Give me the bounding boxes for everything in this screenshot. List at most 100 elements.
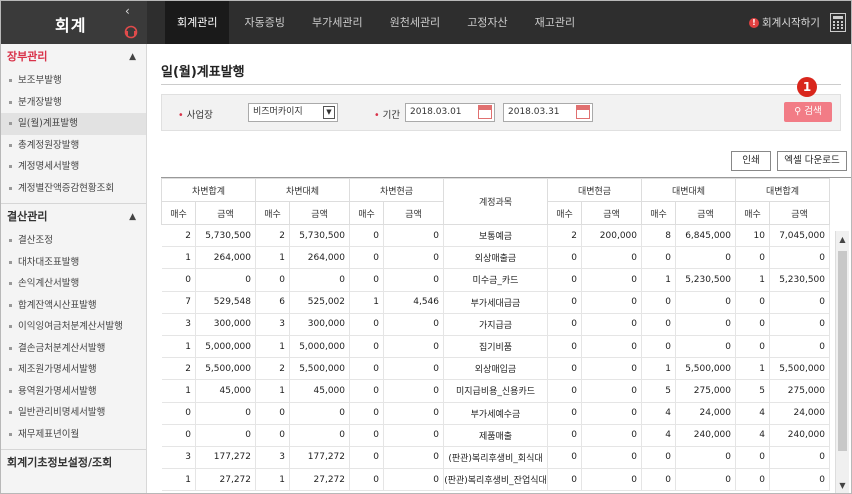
- scroll-thumb[interactable]: [838, 251, 847, 451]
- table-cell: 24,000: [769, 402, 830, 425]
- sidebar-item-label: 결손금처분계산서발행: [18, 342, 106, 354]
- sidebar-item-label: 분개장발행: [18, 96, 62, 108]
- calendar-icon[interactable]: [576, 105, 590, 119]
- sidebar-item-label: 결산조정: [18, 235, 53, 246]
- table-cell: 1: [735, 357, 770, 381]
- table-row[interactable]: 1 5,000,000 1 5,000,000 0 0 집기비품 0 0 0 0 0 0: [161, 335, 830, 359]
- sidebar-item[interactable]: 합계잔액시산표발행: [1, 295, 146, 317]
- sidebar-item[interactable]: 손익계산서발행: [1, 273, 146, 295]
- nav-tab[interactable]: 회계관리: [165, 1, 230, 44]
- table-cell: 0: [161, 402, 196, 425]
- sidebar-section-header[interactable]: 회계기초정보설정/조회: [1, 450, 146, 476]
- column-header: 매수: [735, 201, 770, 225]
- sidebar-item-label: 용역원가명세서발행: [18, 385, 97, 397]
- accounting-start-link[interactable]: ! 회계시작하기: [749, 15, 820, 30]
- table-cell: 0: [289, 402, 350, 425]
- table-row[interactable]: 0 0 0 0 0 0 제품매출 0 0 4 240,000 4 240,000: [161, 424, 830, 447]
- column-group-header: 차변대체: [255, 178, 350, 202]
- column-header: 금액: [289, 201, 350, 225]
- table-cell: 1: [641, 357, 676, 381]
- help-icon[interactable]: [124, 25, 138, 39]
- table-row[interactable]: 2 5,730,500 2 5,730,500 0 0 보통예금 2 200,000 8 6,845…: [161, 224, 830, 248]
- bullet-icon: [9, 260, 12, 264]
- table-cell: 5,500,000: [195, 357, 256, 381]
- account-cell: 보통예금: [443, 224, 548, 248]
- sidebar-item[interactable]: 계정별잔액증감현황조회: [1, 178, 146, 200]
- table-cell: 0: [547, 424, 582, 447]
- table-cell: 0: [641, 468, 676, 492]
- sidebar-item[interactable]: 제조원가명세서발행: [1, 359, 146, 381]
- bullet-icon: [9, 239, 12, 242]
- table-cell: 45,000: [195, 379, 256, 403]
- calculator-icon[interactable]: [830, 13, 846, 32]
- table-cell: 0: [383, 357, 444, 381]
- table-row[interactable]: 0 0 0 0 0 0 미수금_카드 0 0 1 5,230,500 1 5,230,500: [161, 268, 830, 292]
- sidebar-item[interactable]: 결손금처분계산서발행: [1, 338, 146, 360]
- sidebar-section-header[interactable]: 결산관리 ▲: [1, 204, 146, 230]
- table-cell: 0: [255, 402, 290, 425]
- table-cell: 275,000: [769, 379, 830, 403]
- sidebar-item-label: 이익잉여금처분계산서발행: [18, 321, 123, 332]
- column-group-header: 대변현금: [547, 178, 642, 202]
- column-header: 금액: [581, 201, 642, 225]
- search-icon: ⚲: [794, 106, 802, 117]
- sidebar-item[interactable]: 결산조정: [1, 230, 146, 252]
- nav-tab[interactable]: 재고관리: [523, 1, 587, 44]
- table-cell: 7: [161, 291, 196, 314]
- scroll-up-icon[interactable]: ▲: [836, 233, 849, 247]
- account-cell: 미수금_카드: [443, 268, 548, 292]
- table-cell: 0: [675, 468, 736, 492]
- sidebar-item[interactable]: 분개장발행: [1, 92, 146, 114]
- table-cell: 0: [547, 402, 582, 425]
- bullet-icon: [9, 346, 12, 350]
- account-cell: 미지급비용_신용카드: [443, 379, 548, 403]
- sidebar-item[interactable]: 보조부발행: [1, 70, 146, 92]
- nav-tab[interactable]: 고정자산: [455, 1, 519, 44]
- bullet-icon: [9, 186, 12, 190]
- table-row[interactable]: 0 0 0 0 0 0 부가세예수금 0 0 4 24,000 4 24,000: [161, 402, 830, 425]
- table-cell: 0: [547, 357, 582, 381]
- nav-tab[interactable]: 자동증빙: [232, 1, 296, 44]
- table-row[interactable]: 1 45,000 1 45,000 0 0 미지급비용_신용카드 0 0 5 275,000 5 275…: [161, 379, 830, 403]
- nav-tab[interactable]: 원천세관리: [378, 1, 453, 44]
- sidebar-item[interactable]: 일반관리비명세서발행: [1, 402, 146, 424]
- nav-tab[interactable]: 부가세관리: [300, 1, 375, 44]
- vertical-scrollbar[interactable]: ▲ ▼: [835, 231, 849, 493]
- sidebar-item-label: 총계정원장발행: [18, 139, 80, 151]
- excel-download-button[interactable]: 엑셀 다운로드: [777, 151, 847, 171]
- calendar-icon[interactable]: [478, 105, 492, 119]
- table-row[interactable]: 3 177,272 3 177,272 0 0 (판관)복리후생비_회식대 0 0 0 0 0 0: [161, 446, 830, 470]
- sidebar-item[interactable]: 재무제표년이월: [1, 424, 146, 446]
- chevron-up-icon[interactable]: ▲: [129, 44, 136, 70]
- date-from-input[interactable]: 2018.03.01: [405, 103, 495, 122]
- sidebar-item-label: 재무제표년이월: [18, 428, 80, 440]
- scroll-down-icon[interactable]: ▼: [836, 479, 849, 493]
- business-select[interactable]: 비즈머카이지 ▼: [248, 103, 338, 122]
- date-to-input[interactable]: 2018.03.31: [503, 103, 593, 122]
- print-button[interactable]: 인쇄: [731, 151, 771, 171]
- logo-area: 회계 ‹: [1, 1, 147, 44]
- table-cell: 0: [641, 446, 676, 470]
- sidebar-item[interactable]: 이익잉여금처분계산서발행: [1, 316, 146, 338]
- table-cell: 0: [383, 313, 444, 336]
- table-row[interactable]: 3 300,000 3 300,000 0 0 가지급금 0 0 0 0 0 0: [161, 313, 830, 336]
- bullet-icon: [9, 325, 12, 328]
- table-row[interactable]: 2 5,500,000 2 5,500,000 0 0 외상매입금 0 0 1 5,500,000 1…: [161, 357, 830, 381]
- table-cell: 0: [383, 335, 444, 359]
- chevron-up-icon[interactable]: ▲: [129, 204, 136, 230]
- table-cell: 0: [675, 246, 736, 270]
- table-cell: 0: [349, 357, 384, 381]
- sidebar-item[interactable]: 대차대조표발행: [1, 252, 146, 274]
- sidebar-item[interactable]: 일(월)계표발행: [1, 113, 146, 135]
- sidebar-section-header[interactable]: 장부관리 ▲: [1, 44, 146, 70]
- search-button[interactable]: ⚲ 검색: [784, 102, 832, 122]
- table-cell: 10: [735, 224, 770, 248]
- sidebar-item[interactable]: 용역원가명세서발행: [1, 381, 146, 403]
- sidebar-item[interactable]: 총계정원장발행: [1, 135, 146, 157]
- table-row[interactable]: 1 264,000 1 264,000 0 0 외상매출금 0 0 0 0 0 0: [161, 246, 830, 270]
- table-cell: 240,000: [675, 424, 736, 447]
- collapse-sidebar-icon[interactable]: ‹: [125, 4, 130, 18]
- table-row[interactable]: 7 529,548 6 525,002 1 4,546 부가세대급금 0 0 0 0 0 0: [161, 291, 830, 314]
- table-row[interactable]: 1 27,272 1 27,272 0 0 (판관)복리후생비_잔업식대 0 0 0 0 0 0: [161, 468, 830, 492]
- sidebar-item[interactable]: 계정명세서발행: [1, 156, 146, 178]
